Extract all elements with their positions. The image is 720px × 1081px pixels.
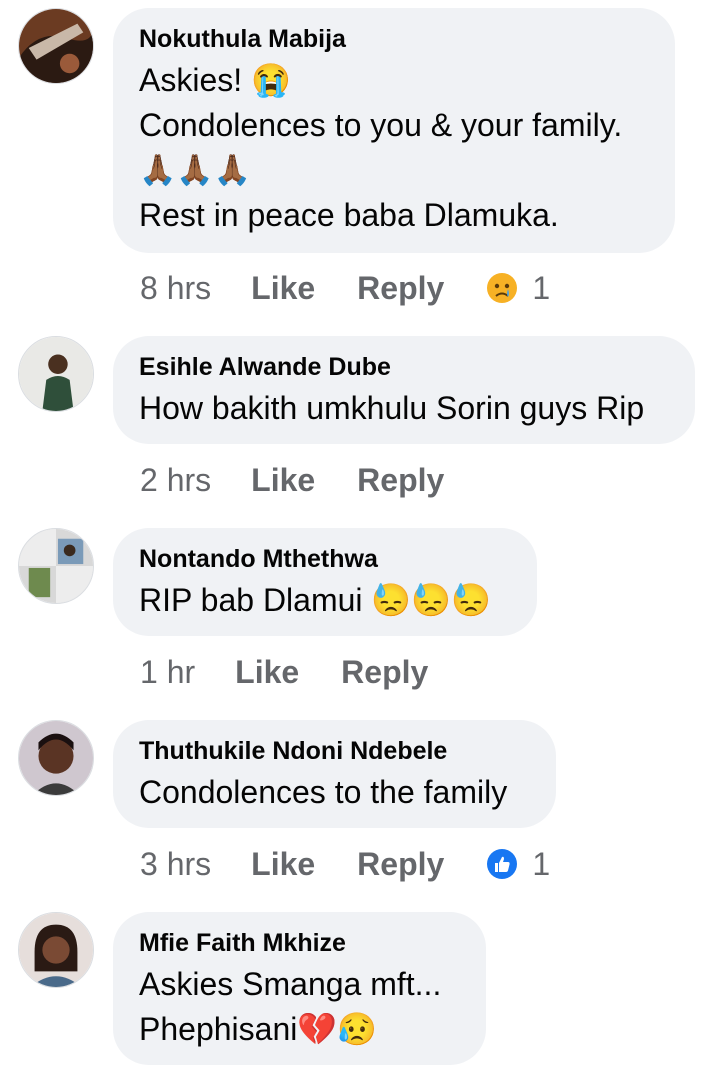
profile-photo-icon [19, 913, 93, 987]
comment-text-line: 🙏🏾🙏🏾🙏🏾 [139, 154, 252, 187]
comment-text-line: Askies Smanga mft... [139, 966, 442, 1002]
reply-button[interactable]: Reply [357, 844, 444, 884]
like-button[interactable]: Like [251, 268, 315, 308]
comment-author[interactable]: Nontando Mthethwa [139, 544, 511, 574]
reply-button[interactable]: Reply [357, 268, 444, 308]
reply-button[interactable]: Reply [341, 652, 428, 692]
comment-actions: 8 hrs Like Reply 1 [140, 268, 550, 308]
comment-text-line: Condolences to you & your family. [139, 107, 623, 143]
profile-photo-icon [19, 721, 93, 795]
comment-bubble: Nontando Mthethwa RIP bab Dlamui 😓😓😓 [113, 528, 537, 636]
comment-actions: 2 hrs Like Reply [140, 460, 464, 500]
comment-bubble: Nokuthula Mabija Askies! 😭 Condolences t… [113, 8, 675, 253]
avatar[interactable] [18, 720, 94, 796]
avatar[interactable] [18, 528, 94, 604]
comment-text-line: Phephisani💔😥 [139, 1011, 378, 1047]
comment-timestamp[interactable]: 2 hrs [140, 460, 211, 500]
avatar[interactable] [18, 8, 94, 84]
avatar[interactable] [18, 912, 94, 988]
comment-actions: 1 hr Like Reply [140, 652, 448, 692]
avatar[interactable] [18, 336, 94, 412]
comment-bubble: Esihle Alwande Dube How bakith umkhulu S… [113, 336, 695, 444]
comment-timestamp[interactable]: 8 hrs [140, 268, 211, 308]
comment-text-line: Askies! 😭 [139, 62, 291, 98]
reaction-summary[interactable]: 1 [486, 268, 550, 308]
profile-photo-icon [19, 9, 93, 83]
comment-bubble: Thuthukile Ndoni Ndebele Condolences to … [113, 720, 556, 828]
comment-actions: 3 hrs Like Reply 1 [140, 844, 550, 884]
like-button[interactable]: Like [251, 460, 315, 500]
sad-reaction-icon [487, 273, 518, 303]
like-button[interactable]: Like [235, 652, 299, 692]
comment-author[interactable]: Thuthukile Ndoni Ndebele [139, 736, 530, 766]
profile-photo-icon [19, 337, 93, 411]
reaction-count: 1 [532, 846, 551, 882]
profile-photo-icon [19, 529, 93, 603]
reply-button[interactable]: Reply [357, 460, 444, 500]
comment-author[interactable]: Nokuthula Mabija [139, 24, 649, 54]
comment-author[interactable]: Esihle Alwande Dube [139, 352, 669, 382]
comment-bubble: Mfie Faith Mkhize Askies Smanga mft... P… [113, 912, 486, 1065]
comment-text-line: Rest in peace baba Dlamuka. [139, 197, 559, 233]
comment-text-line: How bakith umkhulu Sorin guys Rip [139, 390, 645, 426]
reaction-count: 1 [532, 270, 551, 306]
comment-text-line: RIP bab Dlamui 😓😓😓 [139, 582, 491, 618]
like-reaction-icon [487, 849, 518, 879]
comment-timestamp[interactable]: 1 hr [140, 652, 195, 692]
reaction-summary[interactable]: 1 [486, 844, 550, 884]
comment-author[interactable]: Mfie Faith Mkhize [139, 928, 460, 958]
comment-text-line: Condolences to the family [139, 774, 508, 810]
comment-timestamp[interactable]: 3 hrs [140, 844, 211, 884]
like-button[interactable]: Like [251, 844, 315, 884]
